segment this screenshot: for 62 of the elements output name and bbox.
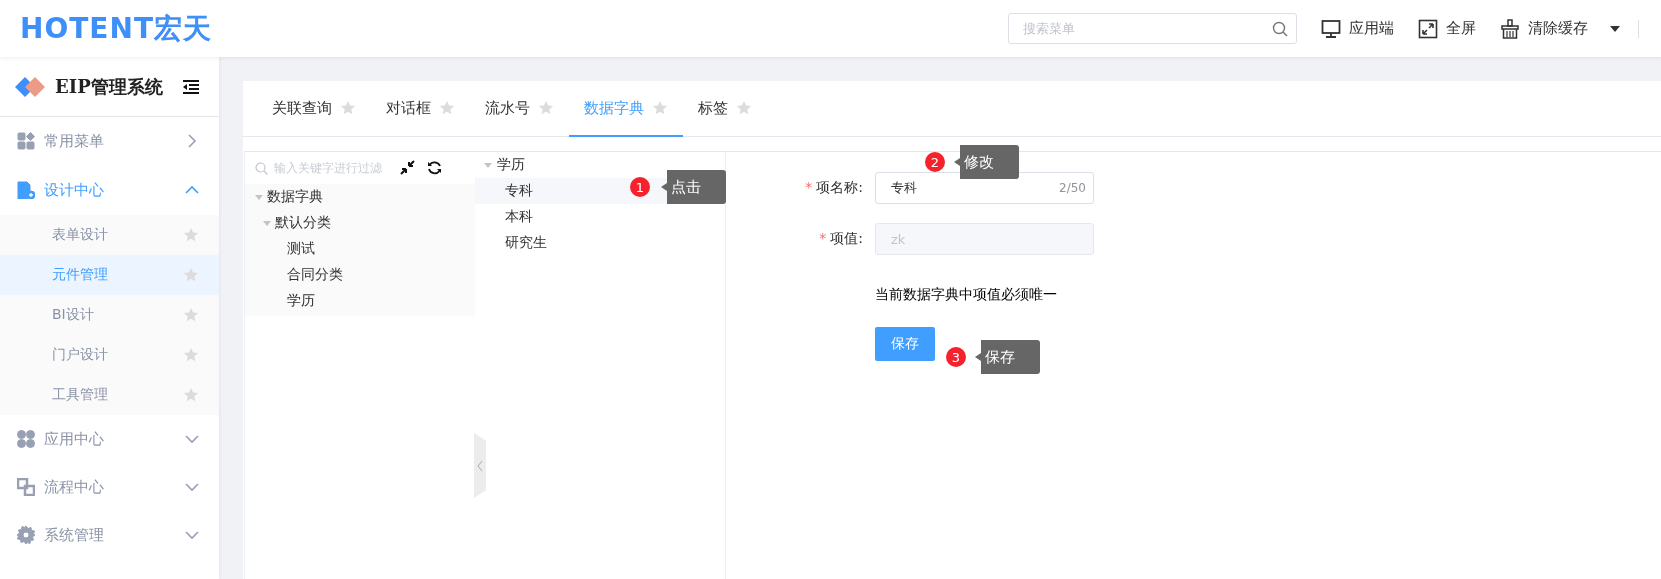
tab[interactable]: 标签 (683, 81, 767, 137)
fullscreen-icon (1418, 18, 1438, 39)
star-icon[interactable] (183, 387, 199, 403)
chevron-down-icon (185, 432, 199, 446)
star-icon[interactable] (183, 307, 199, 323)
caret-icon (1610, 25, 1620, 32)
star-icon[interactable] (340, 100, 356, 116)
tooltip: 保存 (975, 340, 1040, 374)
refresh-icon[interactable] (427, 160, 442, 175)
tooltip: 修改 (954, 145, 1019, 179)
hint-text: 当前数据字典中项值必须唯一 (875, 286, 1057, 304)
star-icon[interactable] (183, 347, 199, 363)
tab[interactable]: 关联查询 (257, 81, 371, 137)
caret-icon[interactable] (255, 193, 263, 201)
monitor-icon (1321, 18, 1341, 39)
step-badge: 3 (946, 347, 966, 367)
tree-node[interactable]: 数据字典 (267, 188, 323, 206)
tree-node[interactable]: 默认分类 (275, 214, 331, 232)
step-badge: 1 (630, 177, 650, 197)
gear-icon (17, 526, 35, 544)
field-label: * 项名称: (804, 179, 864, 197)
menu-fold-icon[interactable] (183, 79, 199, 94)
star-icon[interactable] (736, 100, 752, 116)
star-icon[interactable] (439, 100, 455, 116)
document-plus-icon (17, 181, 35, 199)
grid-icon (17, 132, 35, 150)
list-item[interactable]: 研究生 (475, 230, 725, 256)
caret-icon[interactable] (263, 219, 271, 227)
star-icon[interactable] (183, 267, 199, 283)
search-icon (255, 161, 268, 175)
tree-node[interactable]: 合同分类 (287, 266, 343, 284)
search-icon[interactable] (1272, 21, 1288, 37)
list-item[interactable]: 本科 (475, 204, 725, 230)
chevron-right-icon (185, 134, 199, 148)
basket-icon (1500, 18, 1520, 39)
star-icon[interactable] (183, 227, 199, 243)
header-action[interactable]: 全屏 (1418, 18, 1476, 39)
tree-node[interactable]: 学历 (287, 292, 315, 310)
tree-node[interactable]: 测试 (287, 240, 315, 258)
apps-icon (17, 430, 35, 448)
star-icon[interactable] (538, 100, 554, 116)
tooltip: 点击 (661, 170, 726, 204)
flow-icon (17, 478, 35, 496)
search-field[interactable]: 搜索菜单 (1008, 13, 1297, 44)
header-action[interactable]: 应用端 (1321, 18, 1394, 39)
list-group[interactable]: 学历 (497, 156, 525, 174)
step-badge: 2 (925, 152, 945, 172)
logo-icon (15, 76, 45, 97)
chevron-down-icon (185, 528, 199, 542)
caret-icon[interactable] (484, 161, 492, 169)
chevron-left-icon (477, 459, 483, 472)
tab[interactable]: 对话框 (371, 81, 470, 137)
logo: HOTENT宏天 (20, 10, 212, 47)
chevron-down-icon (185, 480, 199, 494)
collapse-icon[interactable] (400, 160, 415, 175)
char-counter: 2/50 (1059, 181, 1086, 195)
system-title: EIP管理系统 (55, 74, 164, 99)
field-label: * 项值: (818, 230, 864, 248)
tab[interactable]: 流水号 (470, 81, 569, 137)
star-icon[interactable] (652, 100, 668, 116)
collapse-handle[interactable] (474, 433, 486, 498)
header-action[interactable]: 清除缓存 (1500, 18, 1620, 39)
